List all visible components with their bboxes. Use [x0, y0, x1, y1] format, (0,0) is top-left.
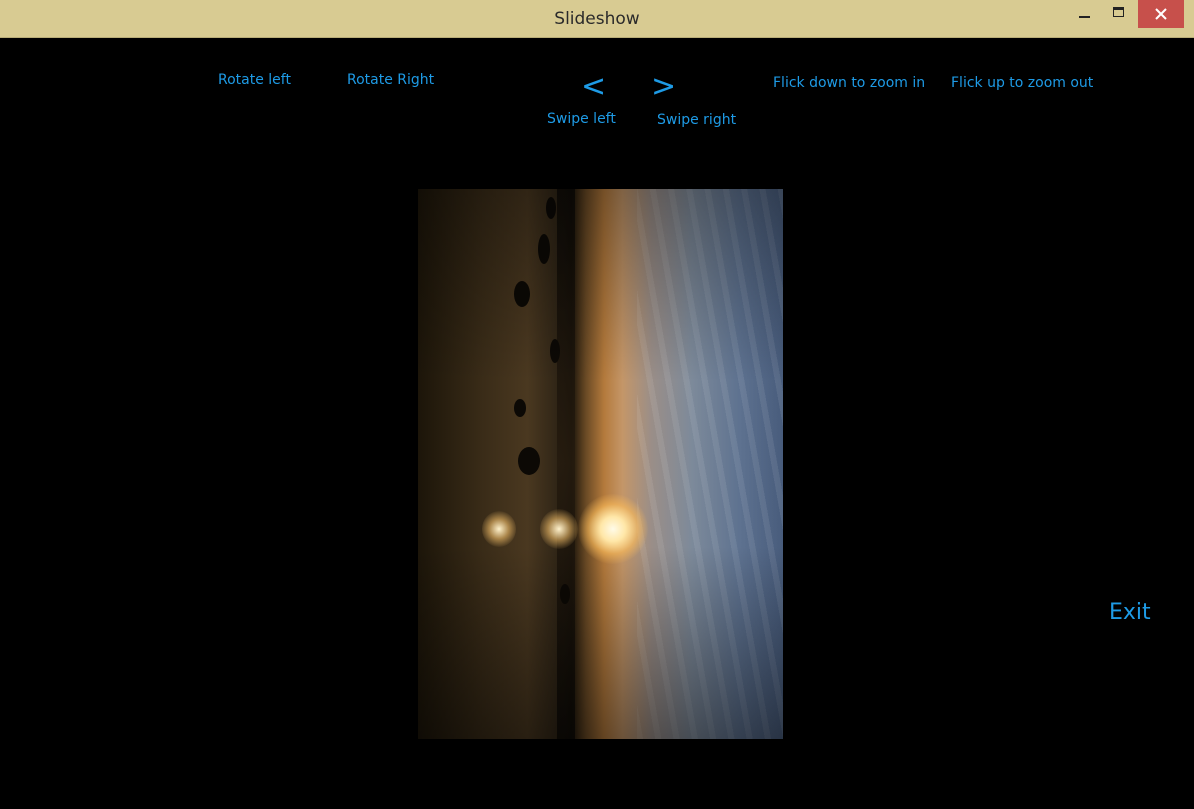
close-button[interactable] — [1138, 0, 1184, 28]
swipe-left-arrow-icon[interactable]: < — [581, 72, 606, 102]
swipe-right-button[interactable]: Swipe right — [657, 112, 736, 128]
maximize-button[interactable] — [1105, 0, 1133, 28]
maximize-icon — [1113, 7, 1124, 17]
zoom-in-button[interactable]: Flick down to zoom in — [773, 75, 925, 91]
swipe-left-button[interactable]: Swipe left — [547, 111, 616, 127]
zoom-out-button[interactable]: Flick up to zoom out — [951, 75, 1093, 91]
slideshow-image[interactable] — [418, 189, 783, 739]
window-title: Slideshow — [554, 9, 640, 29]
rotate-right-button[interactable]: Rotate Right — [347, 72, 434, 88]
exit-button[interactable]: Exit — [1109, 600, 1151, 625]
swipe-right-arrow-icon[interactable]: > — [651, 72, 676, 102]
minimize-button[interactable] — [1071, 0, 1099, 28]
close-icon — [1155, 8, 1167, 20]
rotate-left-button[interactable]: Rotate left — [218, 72, 291, 88]
vignette — [418, 189, 783, 739]
minimize-icon — [1079, 16, 1090, 18]
title-bar[interactable]: Slideshow — [0, 0, 1194, 38]
